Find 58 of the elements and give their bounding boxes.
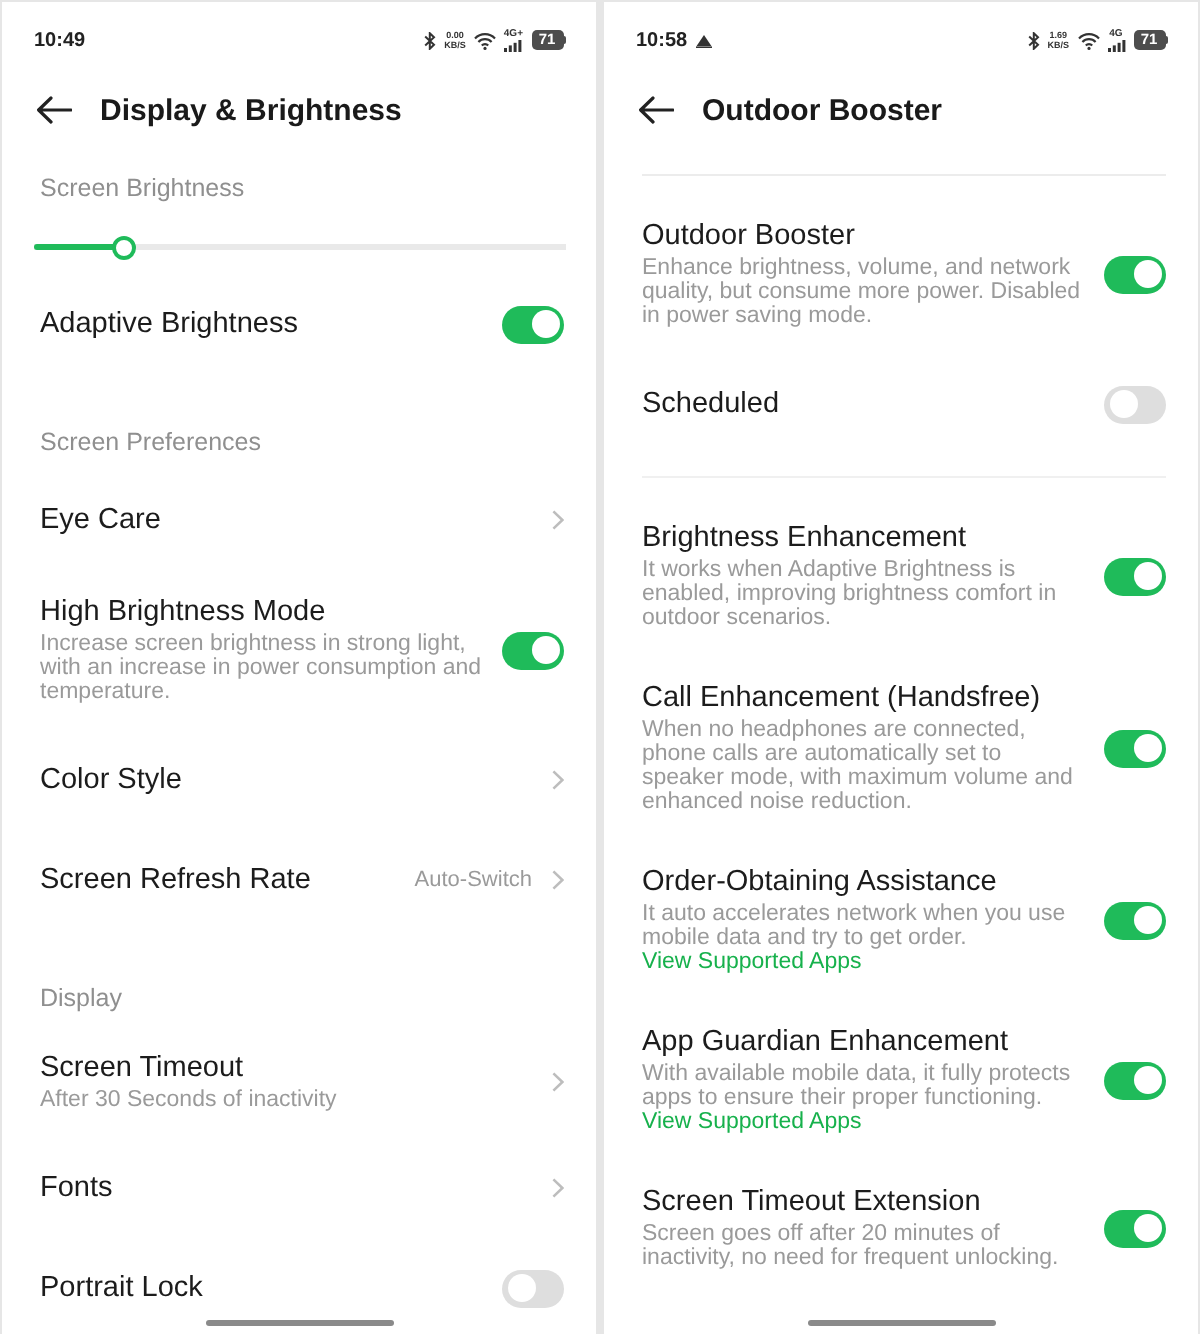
status-time: 10:58	[636, 29, 688, 51]
bluetooth-icon	[1027, 31, 1040, 49]
toggle-switch[interactable]	[1104, 255, 1166, 293]
toggle-switch[interactable]	[1104, 385, 1166, 423]
chevron-icon	[552, 1178, 564, 1198]
chevron-icon	[552, 510, 564, 530]
setting-title: Order-Obtaining Assistance	[642, 866, 997, 898]
setting-title: Scheduled	[642, 388, 780, 420]
status-time: 10:49	[34, 29, 86, 51]
bluetooth-icon	[424, 31, 437, 49]
setting-title: Color Style	[40, 764, 182, 796]
setting-title: Call Enhancement (Handsfree)	[642, 682, 1041, 714]
section-label: Screen Brightness	[40, 174, 245, 202]
setting-title: Adaptive Brightness	[40, 308, 298, 340]
chevron-icon	[552, 770, 564, 790]
wifi-icon	[473, 31, 496, 49]
setting-title: Screen Timeout Extension	[642, 1186, 981, 1218]
setting-description: Increase screen brightness in strong light, with an increase in power consumption and temperature.	[40, 632, 484, 704]
back-arrow-icon[interactable]	[36, 96, 72, 124]
slider-thumb[interactable]	[112, 235, 137, 259]
wifi-icon	[1077, 31, 1099, 49]
toggle-switch[interactable]	[502, 305, 564, 343]
setting-description: Screen goes off after 20 minutes of inactivity, no need for frequent unlocking.	[642, 1222, 1061, 1270]
setting-description: With available mobile data, it fully protects apps to ensure their proper functioning. View Supported Apps	[642, 1062, 1073, 1134]
supported-apps-link[interactable]: View Supported Apps	[642, 1110, 862, 1134]
toggle-switch[interactable]	[502, 1269, 564, 1307]
toggle-switch[interactable]	[1104, 1209, 1166, 1247]
setting-value: Auto-Switch	[414, 868, 532, 892]
mountain-icon	[695, 33, 712, 47]
toggle-switch[interactable]	[1104, 901, 1166, 939]
setting-description: It auto accelerates network when you use mobile data and try to get order. View Supported Apps	[642, 902, 1068, 974]
setting-title: App Guardian Enhancement	[642, 1026, 1008, 1058]
setting-description: After 30 Seconds of inactivity	[40, 1088, 337, 1112]
setting-title: High Brightness Mode	[40, 596, 326, 628]
section-label: Screen Preferences	[40, 428, 261, 456]
setting-title: Outdoor Booster	[642, 220, 855, 252]
toggle-switch[interactable]	[1104, 557, 1166, 595]
signal-icon	[504, 39, 523, 51]
supported-apps-link[interactable]: View Supported Apps	[642, 950, 862, 974]
setting-title: Screen Refresh Rate	[40, 864, 311, 896]
toggle-switch[interactable]	[502, 631, 564, 669]
page-title: Outdoor Booster	[702, 93, 942, 127]
setting-description: When no headphones are connected, phone calls are automatically set to speaker mode, with maximum volume and enhanced noise reduction.	[642, 718, 1075, 814]
setting-title: Brightness Enhancement	[642, 522, 967, 554]
back-arrow-icon[interactable]	[638, 96, 674, 124]
setting-description: It works when Adaptive Brightness is enabled, improving brightness comfort in outdoor scenarios.	[642, 558, 1059, 630]
chevron-icon	[552, 1072, 564, 1092]
toggle-switch[interactable]	[1104, 729, 1166, 767]
setting-title: Screen Timeout	[40, 1052, 244, 1084]
page-title: Display & Brightness	[100, 93, 402, 127]
setting-title: Eye Care	[40, 504, 161, 536]
setting-title: Fonts	[40, 1172, 113, 1204]
chevron-icon	[552, 870, 564, 890]
setting-title: Portrait Lock	[40, 1272, 203, 1304]
signal-icon	[1107, 39, 1125, 51]
toggle-switch[interactable]	[1104, 1061, 1166, 1099]
setting-description: Enhance brightness, volume, and network quality, but consume more power. Disabled in power saving mode.	[642, 256, 1083, 328]
section-label: Display	[40, 984, 122, 1012]
